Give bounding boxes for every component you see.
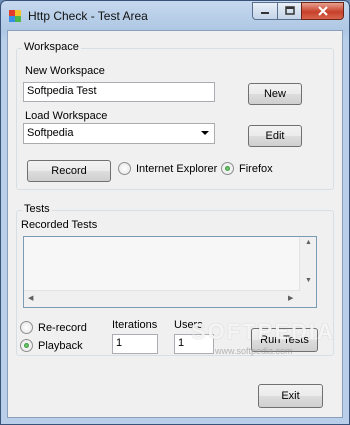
scroll-down-icon[interactable]: ▼ (305, 277, 312, 284)
load-workspace-value: Softpedia (27, 127, 74, 139)
scroll-left-icon[interactable]: ◀ (28, 294, 33, 302)
recorded-tests-list[interactable]: ▲ ▼ ◀ ▶ (23, 236, 317, 308)
minimize-icon (261, 12, 269, 14)
tests-group-label: Tests (22, 203, 52, 215)
maximize-icon (284, 6, 295, 15)
app-icon (9, 10, 21, 22)
workspace-group-label: Workspace (22, 41, 81, 53)
load-workspace-label: Load Workspace (25, 110, 108, 122)
scroll-up-icon[interactable]: ▲ (305, 239, 312, 246)
radio-playback[interactable]: Playback (20, 339, 83, 352)
title-bar[interactable]: Http Check - Test Area (1, 1, 349, 31)
watermark-url: www.softpedia.com (215, 346, 293, 356)
iterations-label: Iterations (112, 319, 158, 331)
close-button[interactable] (301, 2, 344, 20)
vertical-scrollbar[interactable]: ▲ ▼ (299, 237, 316, 307)
recorded-tests-label: Recorded Tests (21, 219, 98, 231)
radio-circle-rerecord[interactable] (20, 321, 33, 334)
client-area: Workspace New Workspace Softpedia Test N… (7, 30, 343, 418)
radio-rerecord[interactable]: Re-record (20, 321, 87, 334)
load-workspace-dropdown[interactable]: Softpedia (23, 123, 215, 144)
radio-internet-explorer[interactable]: Internet Explorer (118, 162, 217, 175)
scroll-right-icon[interactable]: ▶ (288, 294, 293, 302)
main-window: Http Check - Test Area Workspace New Wor… (0, 0, 350, 425)
radio-circle-playback[interactable] (20, 339, 33, 352)
radio-circle-firefox[interactable] (221, 162, 234, 175)
minimize-button[interactable] (252, 2, 278, 20)
edit-button[interactable]: Edit (248, 125, 302, 147)
radio-label-firefox: Firefox (239, 162, 273, 175)
window-title: Http Check - Test Area (28, 9, 148, 23)
new-button[interactable]: New (248, 83, 302, 105)
maximize-button[interactable] (277, 2, 302, 20)
chevron-down-icon (201, 131, 209, 135)
record-button[interactable]: Record (27, 160, 111, 182)
iterations-input[interactable]: 1 (112, 334, 158, 354)
watermark-logo: SOFTPEDIA (191, 319, 335, 344)
radio-label-rerecord: Re-record (38, 321, 87, 334)
radio-firefox[interactable]: Firefox (221, 162, 273, 175)
radio-label-playback: Playback (38, 339, 83, 352)
horizontal-scrollbar[interactable]: ◀ ▶ (24, 290, 300, 307)
radio-label-ie: Internet Explorer (136, 162, 218, 175)
radio-circle-ie[interactable] (118, 162, 131, 175)
exit-button[interactable]: Exit (258, 384, 323, 408)
new-workspace-input[interactable]: Softpedia Test (23, 82, 215, 102)
new-workspace-label: New Workspace (25, 65, 105, 77)
close-icon (317, 6, 328, 16)
